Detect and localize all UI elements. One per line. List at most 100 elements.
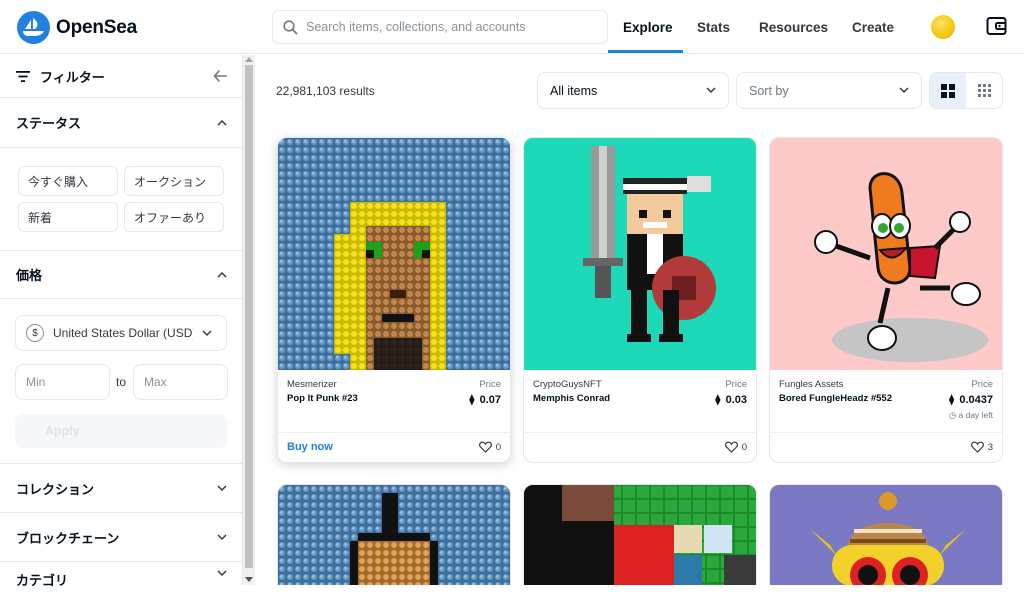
- filter-icon: [16, 70, 30, 82]
- scroll-up-icon[interactable]: [245, 57, 253, 62]
- range-to-label: to: [116, 375, 127, 389]
- collection-name[interactable]: CryptoGuysNFT: [533, 379, 602, 390]
- currency-value: United States Dollar (USD): [53, 326, 193, 340]
- nft-card[interactable]: [277, 484, 511, 585]
- blockchain-title: ブロックチェーン: [16, 530, 120, 546]
- card-details: CryptoGuysNFT Memphis Conrad Price ⧫ 0.0…: [524, 370, 756, 432]
- nft-image-memphis-conrad[interactable]: [524, 138, 756, 370]
- chevron-down-icon: [217, 533, 227, 540]
- opensea-logo-icon: [17, 11, 50, 44]
- nft-image-punk[interactable]: [278, 485, 511, 585]
- favorite-button[interactable]: 0: [478, 441, 501, 453]
- nft-name: Memphis Conrad: [533, 393, 611, 404]
- clock-icon: ◷: [948, 410, 957, 420]
- chevron-down-icon: [706, 87, 716, 94]
- like-count: 0: [495, 441, 501, 453]
- nft-card[interactable]: Fungles Assets Bored FungleHeadz #552 Pr…: [769, 137, 1003, 463]
- wallet-icon[interactable]: [986, 16, 1008, 36]
- grid-view-toggle: [929, 72, 1003, 109]
- card-details: Fungles Assets Bored FungleHeadz #552 Pr…: [770, 370, 1002, 432]
- nft-card[interactable]: [769, 484, 1003, 585]
- auction-time-left: ◷ a day left: [949, 410, 993, 421]
- card-footer: 0: [524, 432, 756, 462]
- price-amount: 0.0437: [959, 393, 993, 406]
- nav-stats[interactable]: Stats: [697, 0, 730, 54]
- nav-create[interactable]: Create: [852, 0, 894, 54]
- large-grid-icon: [941, 83, 955, 98]
- nft-image-bored-fungleheadz[interactable]: [770, 138, 1002, 370]
- collection-name[interactable]: Fungles Assets: [779, 379, 843, 390]
- price-max-input[interactable]: Max: [133, 364, 228, 400]
- buy-now-button[interactable]: Buy now: [287, 441, 333, 453]
- divider: [0, 561, 243, 562]
- top-header: OpenSea Explore Stats Resources Create: [0, 0, 1024, 54]
- nav-resources[interactable]: Resources: [759, 0, 828, 54]
- category-title: カテゴリ: [16, 573, 69, 588]
- apply-button[interactable]: Apply: [15, 414, 227, 448]
- price-label: Price: [725, 379, 747, 390]
- price-value: ⧫ 0.03: [715, 393, 747, 407]
- filter-header: フィルター: [0, 55, 243, 97]
- items-filter-dropdown[interactable]: All items: [537, 72, 729, 109]
- status-chip-buy-now[interactable]: 今すぐ購入: [18, 166, 118, 196]
- favorite-button[interactable]: 3: [970, 441, 993, 453]
- currency-select[interactable]: $ United States Dollar (USD): [15, 315, 227, 351]
- price-amount: 0.07: [479, 393, 501, 406]
- favorite-button[interactable]: 0: [724, 441, 747, 453]
- chevron-down-icon: [217, 570, 227, 577]
- like-count: 3: [987, 441, 993, 453]
- nft-card[interactable]: [523, 484, 757, 585]
- price-amount: 0.03: [725, 393, 747, 406]
- price-section-header[interactable]: 価格: [0, 251, 243, 297]
- sidebar-scrollbar[interactable]: [243, 55, 255, 585]
- collection-name[interactable]: Mesmerizer: [287, 379, 337, 390]
- heart-icon: [478, 441, 492, 453]
- status-chip-new[interactable]: 新着: [18, 202, 118, 232]
- filter-title: フィルター: [40, 69, 105, 85]
- divider: [0, 298, 243, 299]
- chevron-down-icon: [899, 87, 909, 94]
- chevron-down-icon: [217, 484, 227, 491]
- scroll-thumb[interactable]: [245, 65, 253, 568]
- sort-dropdown[interactable]: Sort by: [736, 72, 922, 109]
- large-grid-button[interactable]: [930, 73, 966, 108]
- small-grid-icon: [977, 84, 991, 97]
- small-grid-button[interactable]: [966, 73, 1002, 108]
- blockchain-section-header[interactable]: ブロックチェーン: [0, 513, 243, 561]
- nav-active-indicator: [608, 50, 683, 53]
- chevron-down-icon: [202, 329, 212, 336]
- collapse-arrow-icon[interactable]: [213, 70, 227, 82]
- results-count: 22,981,103 results: [276, 84, 375, 98]
- price-title: 価格: [16, 267, 43, 283]
- scroll-down-icon[interactable]: [245, 577, 253, 582]
- status-title: ステータス: [16, 115, 82, 131]
- status-chip-has-offers[interactable]: オファーあり: [124, 202, 224, 232]
- status-section-header[interactable]: ステータス: [0, 98, 243, 146]
- nft-image-character[interactable]: [770, 485, 1003, 585]
- time-left-text: a day left: [958, 410, 994, 420]
- nft-image-pop-it-punk[interactable]: [278, 138, 510, 370]
- divider: [0, 147, 243, 148]
- nft-card[interactable]: Mesmerizer Pop It Punk #23 Price ⧫ 0.07 …: [277, 137, 511, 463]
- eth-icon: ⧫: [715, 394, 721, 406]
- search-bar[interactable]: [272, 10, 608, 44]
- profile-avatar[interactable]: [931, 15, 955, 39]
- sort-value: Sort by: [749, 83, 789, 98]
- brand-name: OpenSea: [56, 16, 137, 38]
- status-chip-auction[interactable]: オークション: [124, 166, 224, 196]
- items-filter-value: All items: [550, 83, 598, 98]
- collection-section-header[interactable]: コレクション: [0, 464, 243, 512]
- nft-image-collage[interactable]: [524, 485, 757, 585]
- price-label: Price: [479, 379, 501, 390]
- category-section-header[interactable]: カテゴリ: [0, 570, 243, 600]
- collection-title: コレクション: [16, 481, 95, 497]
- dollar-icon: $: [26, 324, 44, 342]
- nft-name: Pop It Punk #23: [287, 393, 358, 404]
- nft-card[interactable]: CryptoGuysNFT Memphis Conrad Price ⧫ 0.0…: [523, 137, 757, 463]
- search-input[interactable]: [306, 20, 596, 34]
- nav-explore[interactable]: Explore: [623, 0, 673, 54]
- price-min-input[interactable]: Min: [15, 364, 110, 400]
- eth-icon: ⧫: [469, 394, 475, 406]
- heart-icon: [970, 441, 984, 453]
- opensea-logo[interactable]: OpenSea: [17, 11, 137, 44]
